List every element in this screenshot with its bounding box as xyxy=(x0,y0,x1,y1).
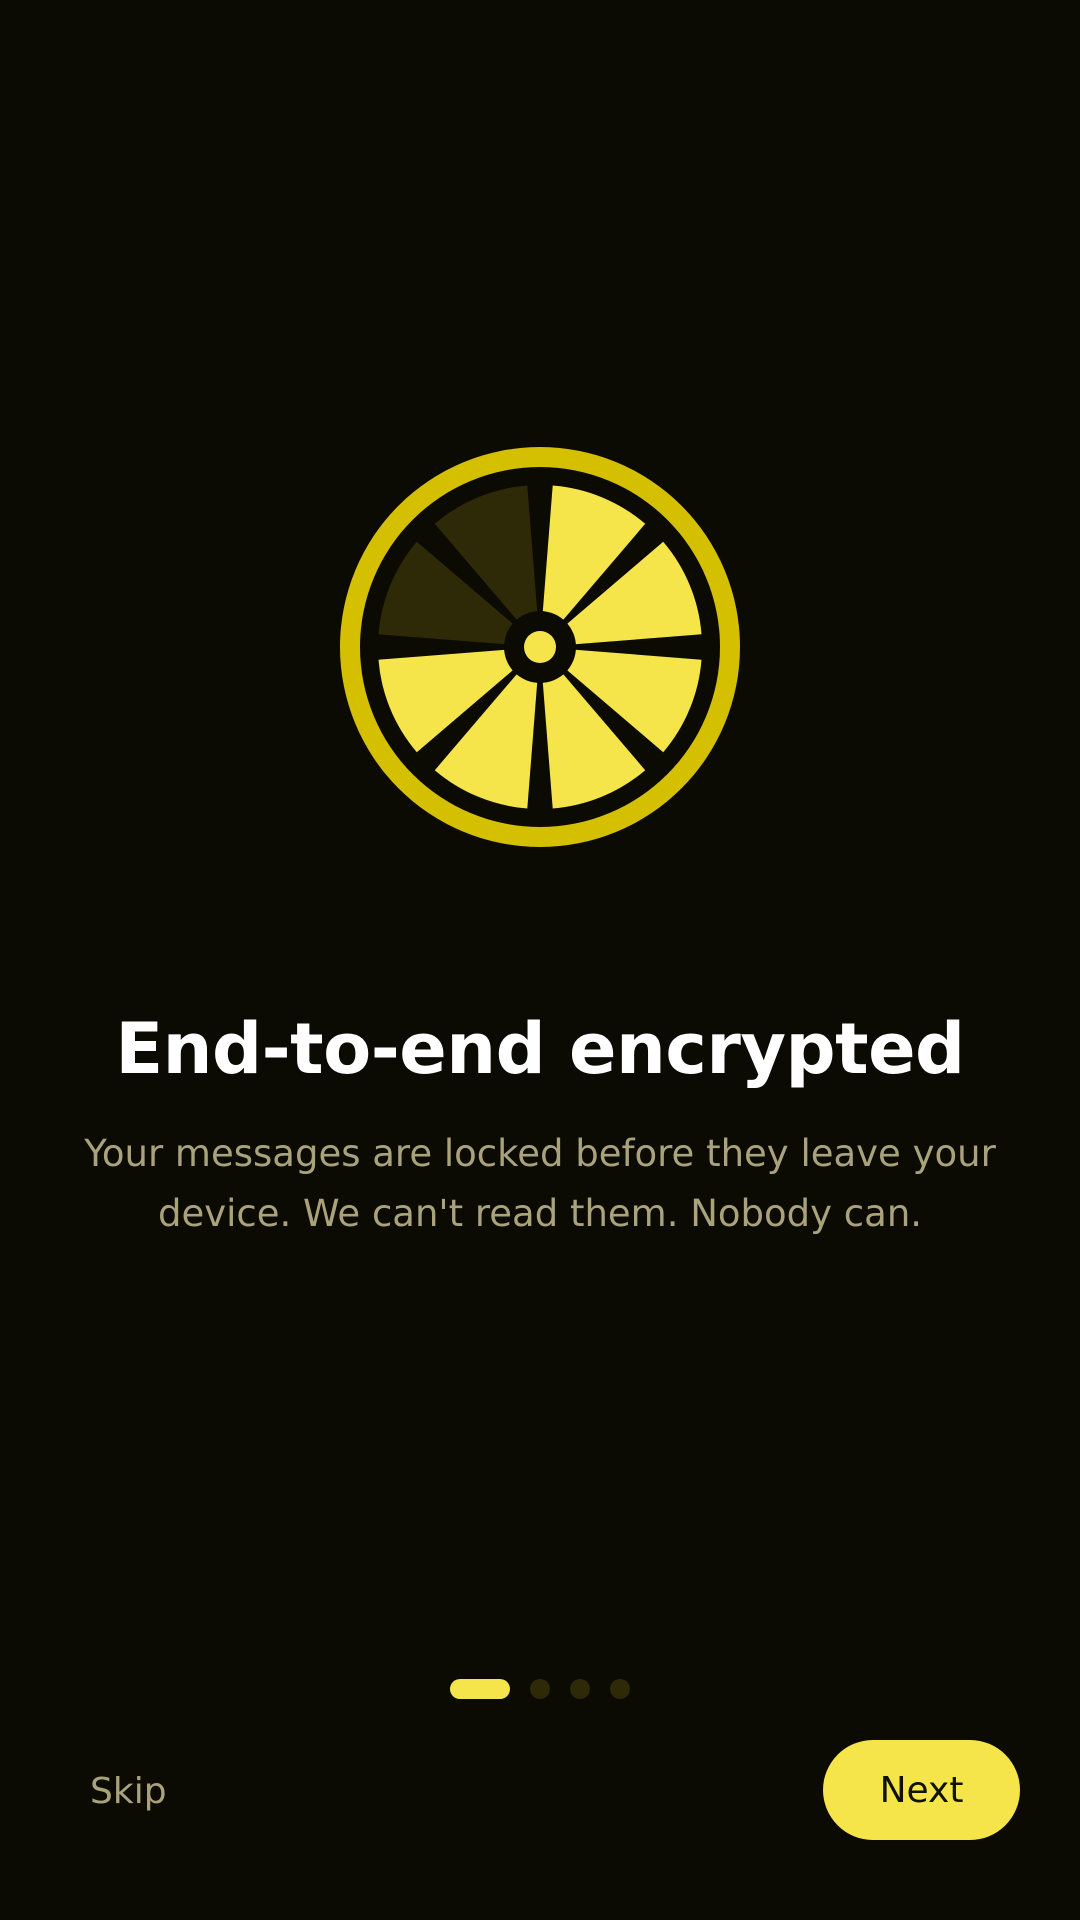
page-indicator xyxy=(0,1678,1080,1700)
page-dot xyxy=(610,1679,630,1699)
skip-button[interactable]: Skip xyxy=(70,1762,187,1822)
page-subtitle: Your messages are locked before they lea… xyxy=(84,1132,996,1235)
lemon-core xyxy=(524,631,556,663)
onboarding-screen: End-to-end encrypted Your messages are l… xyxy=(0,0,1080,1920)
hero-illustration xyxy=(340,447,740,847)
page-dot-active xyxy=(450,1679,510,1699)
page-title: End-to-end encrypted xyxy=(115,1008,965,1090)
next-button[interactable]: Next xyxy=(823,1740,1020,1840)
page-dot xyxy=(530,1679,550,1699)
lemon-slice-icon xyxy=(340,447,740,847)
page-dot xyxy=(570,1679,590,1699)
